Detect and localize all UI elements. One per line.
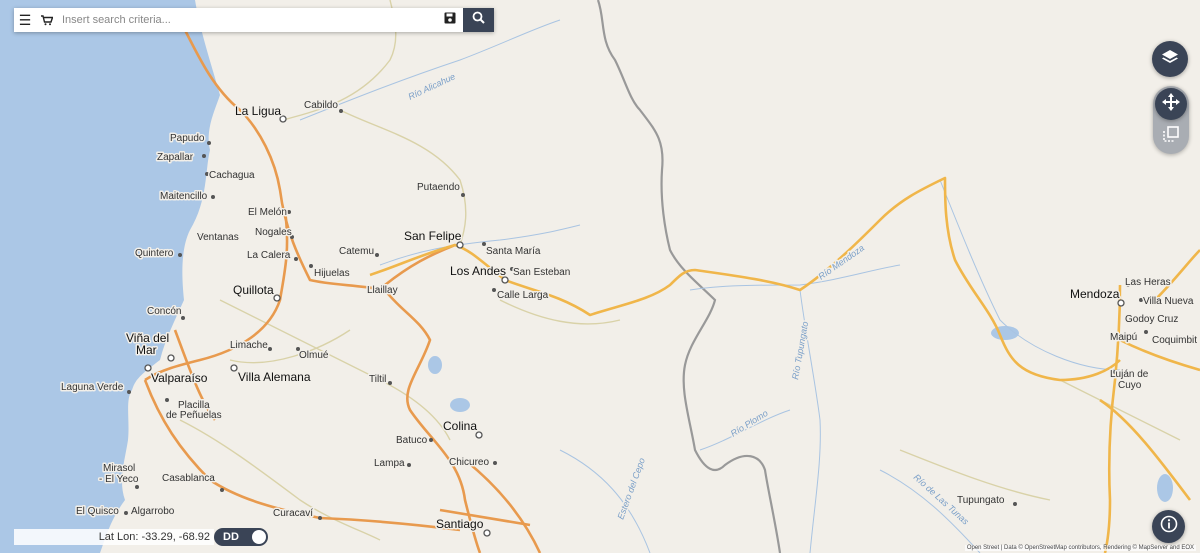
- place-label: Mendoza: [1070, 287, 1120, 301]
- search-button[interactable]: [463, 8, 494, 32]
- river-label: Río Tupungato: [790, 321, 810, 381]
- place-label: Laguna Verde: [61, 382, 124, 393]
- place-label: Llaillay: [367, 285, 398, 296]
- place-label: Coquimbit: [1152, 335, 1197, 346]
- place-label: - El Yeco: [99, 474, 139, 485]
- rivers: [299, 19, 1121, 553]
- place-label: Lampa: [374, 458, 405, 469]
- layers-button[interactable]: [1152, 41, 1188, 77]
- place-label: Ventanas: [197, 232, 239, 243]
- place-label: Valparaíso: [151, 371, 208, 385]
- toggle-knob: [252, 530, 266, 544]
- map-attribution: Open Street | Data © OpenStreetMap contr…: [964, 545, 1196, 551]
- place-label: Villa Alemana: [238, 370, 311, 384]
- place-label: Batuco: [396, 435, 428, 446]
- search-icon: [472, 11, 485, 29]
- cart-icon[interactable]: [36, 8, 58, 32]
- lake: [428, 356, 442, 374]
- place-label: Santa María: [486, 246, 541, 257]
- river-label: Río Mendoza: [816, 243, 866, 282]
- river-labels: Río Alicahue Río Mendoza Río Tupungato R…: [405, 70, 972, 529]
- place-label: El Quisco: [76, 506, 119, 517]
- pan-tool-button[interactable]: [1155, 88, 1187, 120]
- map-canvas[interactable]: La Ligua Cabildo Papudo Zapallar Cachagu…: [0, 0, 1200, 553]
- save-icon: [444, 11, 456, 29]
- river-label: Río Plomo: [729, 408, 770, 439]
- place-label: Colina: [443, 419, 477, 433]
- place-label: Las Heras: [1125, 277, 1171, 288]
- save-button[interactable]: [437, 8, 463, 32]
- place-label: de Peñuelas: [166, 410, 222, 421]
- place-label: San Esteban: [513, 267, 570, 278]
- search-bar: ☰: [14, 8, 494, 32]
- highway: [369, 176, 1200, 553]
- place-label: Mar: [136, 343, 157, 357]
- coordinate-text: Lat Lon: -33.29, -68.92: [98, 531, 210, 543]
- place-label: Santiago: [436, 517, 484, 531]
- place-label: Tupungato: [957, 495, 1005, 506]
- place-label: Olmué: [299, 350, 329, 361]
- country-border: [596, 0, 782, 553]
- place-label: Maipú: [1110, 332, 1137, 343]
- place-label: San Felipe: [404, 229, 462, 243]
- info-icon: [1160, 515, 1178, 538]
- place-labels: La Ligua Cabildo Papudo Zapallar Cachagu…: [60, 99, 1199, 533]
- search-input[interactable]: [58, 9, 437, 31]
- place-label: La Calera: [247, 250, 291, 261]
- place-label: Putaendo: [417, 182, 460, 193]
- place-label: Nogales: [255, 227, 292, 238]
- place-label: Catemu: [339, 246, 374, 257]
- layers-icon: [1161, 48, 1179, 71]
- river-label: Estero del Cepo: [615, 457, 646, 521]
- lake: [450, 398, 470, 412]
- place-label: Cachagua: [209, 170, 255, 181]
- place-label: Concón: [147, 306, 181, 317]
- place-label: Villa Nueva: [1143, 296, 1194, 307]
- lake: [1157, 474, 1173, 502]
- place-label: Tiltil: [369, 374, 386, 385]
- coordinate-format-toggle[interactable]: DD: [214, 528, 268, 546]
- coordinate-format-label: DD: [223, 531, 239, 543]
- place-label: Quintero: [135, 248, 174, 259]
- place-label: Zapallar: [157, 152, 194, 163]
- place-label: Maitencillo: [160, 191, 208, 202]
- place-label: Godoy Cruz: [1125, 314, 1178, 325]
- place-label: Quillota: [233, 283, 274, 297]
- menu-icon[interactable]: ☰: [14, 8, 36, 32]
- info-button[interactable]: [1152, 510, 1185, 543]
- place-label: Mirasol: [103, 463, 135, 474]
- place-label: Calle Larga: [497, 290, 549, 301]
- place-label: Casablanca: [162, 473, 215, 484]
- place-label: Curacaví: [273, 508, 313, 519]
- coordinate-readout: Lat Lon: -33.29, -68.92: [14, 529, 214, 545]
- select-tool-button[interactable]: [1160, 123, 1182, 149]
- place-label: Cabildo: [304, 100, 338, 111]
- place-label: Limache: [230, 340, 268, 351]
- place-label: Los Andes: [450, 264, 506, 278]
- place-label: Luján de: [1110, 369, 1149, 380]
- place-label: Hijuelas: [314, 268, 350, 279]
- settlement-dots: [124, 109, 1185, 537]
- move-icon: [1162, 92, 1180, 116]
- place-label: Cuyo: [1118, 380, 1142, 391]
- place-label: La Ligua: [235, 104, 281, 118]
- place-label: Algarrobo: [131, 506, 175, 517]
- place-label: Papudo: [170, 133, 205, 144]
- place-label: El Melón: [248, 207, 287, 218]
- select-icon: [1163, 125, 1179, 147]
- place-label: Chicureo: [449, 457, 489, 468]
